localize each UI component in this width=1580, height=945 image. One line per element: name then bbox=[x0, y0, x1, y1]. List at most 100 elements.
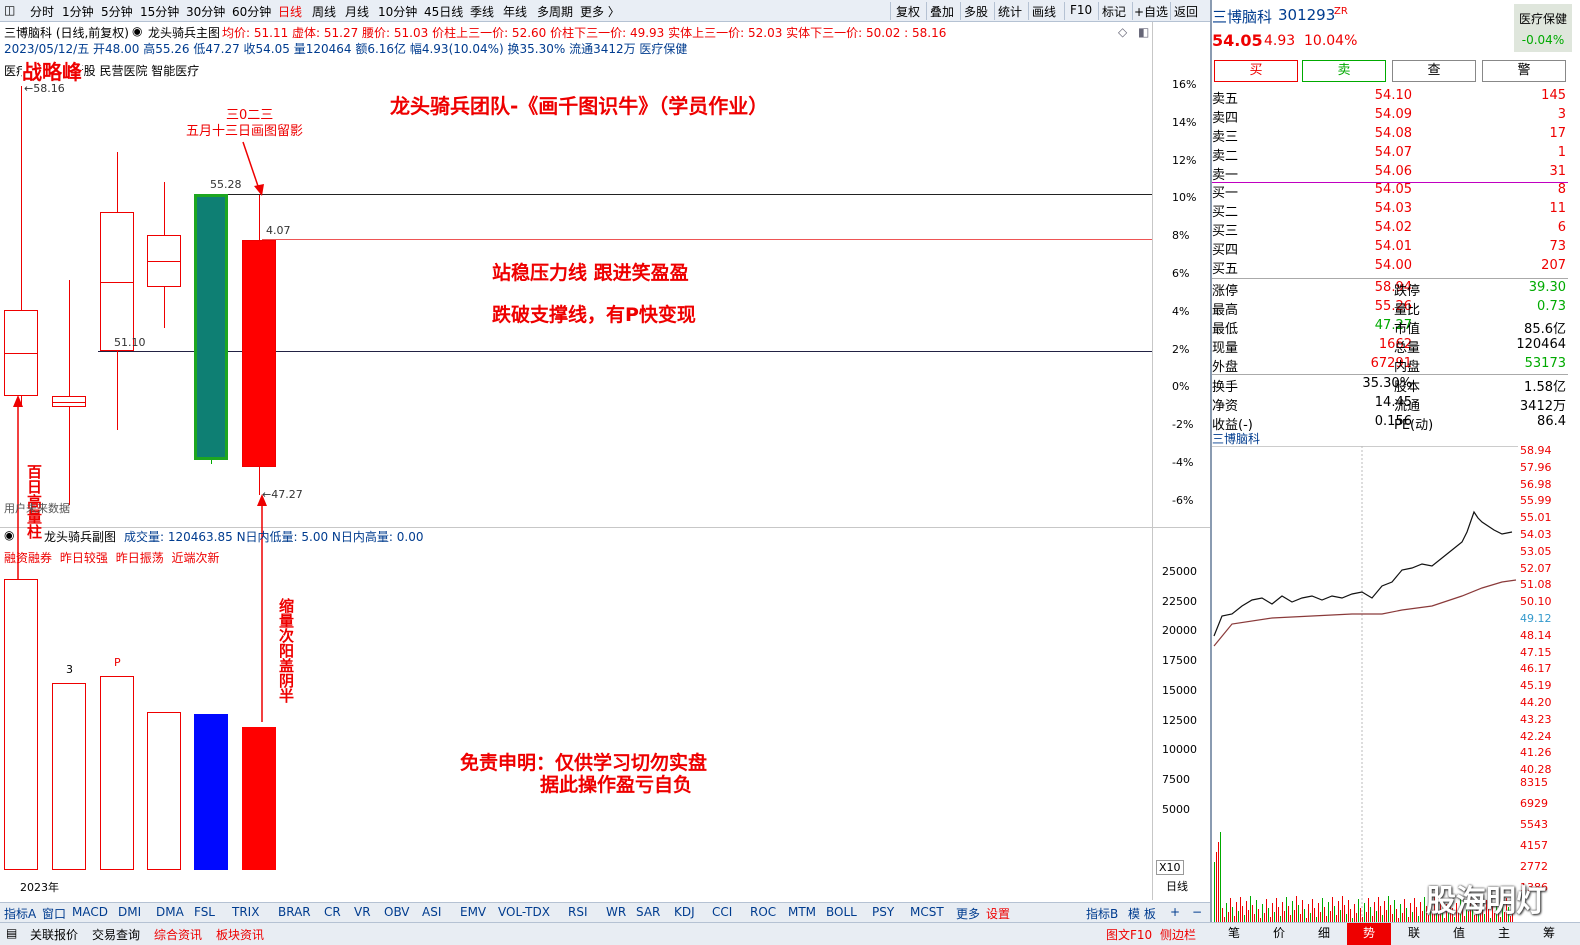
indicator-tab[interactable]: 窗口 bbox=[42, 905, 66, 922]
indicator-tab[interactable]: CR bbox=[324, 905, 341, 919]
intraday-price-tick: 52.07 bbox=[1520, 561, 1552, 575]
indicator-tab[interactable]: ASI bbox=[422, 905, 441, 919]
indicator-tab[interactable]: MTM bbox=[788, 905, 816, 919]
subtab-oscillate[interactable]: 昨日振荡 bbox=[116, 551, 164, 565]
indicator-tab[interactable]: RSI bbox=[568, 905, 588, 919]
intraday-avg-line bbox=[1213, 579, 1517, 647]
tab-sidebar[interactable]: 侧边栏 bbox=[1160, 926, 1196, 943]
buy-button[interactable]: 买 bbox=[1214, 60, 1298, 82]
indicator-tab[interactable]: MCST bbox=[910, 905, 944, 919]
subtab-strong[interactable]: 昨日较强 bbox=[60, 551, 108, 565]
indicator-tab[interactable]: MACD bbox=[72, 905, 108, 919]
tool-back[interactable]: 返回 bbox=[1174, 3, 1198, 20]
indicator-tab-right[interactable]: + bbox=[1170, 905, 1180, 919]
indicator-tab[interactable]: OBV bbox=[384, 905, 410, 919]
tab-period-weekly[interactable]: 周线 bbox=[312, 3, 336, 20]
tab-f10-text[interactable]: 图文F10 bbox=[1106, 926, 1152, 943]
tab-trade-query[interactable]: 交易查询 bbox=[92, 926, 140, 943]
indicator-tab-right[interactable]: 模 板 bbox=[1128, 905, 1156, 922]
indicator-tab[interactable]: WR bbox=[606, 905, 626, 919]
indicator-tab[interactable]: FSL bbox=[194, 905, 215, 919]
tab-period-1min[interactable]: 1分钟 bbox=[62, 3, 94, 20]
bid-row-price: 54.00 bbox=[1374, 258, 1412, 273]
ask-row-price: 54.10 bbox=[1374, 88, 1412, 103]
intraday-tab[interactable]: 价 bbox=[1257, 923, 1301, 945]
sector-box[interactable]: 医疗保健 -0.04% bbox=[1514, 4, 1572, 52]
tool-fuquan[interactable]: 复权 bbox=[896, 3, 920, 20]
tab-period-10min[interactable]: 10分钟 bbox=[378, 3, 417, 20]
bottom-menu-icon[interactable]: ▤ bbox=[6, 926, 17, 940]
intraday-price-tick: 48.14 bbox=[1520, 628, 1552, 642]
tab-news[interactable]: 综合资讯 bbox=[154, 926, 202, 943]
period-tag: 日线 bbox=[1166, 880, 1188, 893]
tab-period-monthly[interactable]: 月线 bbox=[345, 3, 369, 20]
indicator-tab[interactable]: CCI bbox=[712, 905, 732, 919]
indicator-tab[interactable]: DMA bbox=[156, 905, 184, 919]
indicator-tab-right[interactable]: − bbox=[1192, 905, 1202, 919]
intraday-tab[interactable]: 势 bbox=[1347, 923, 1391, 945]
pct-tick: 16% bbox=[1172, 78, 1197, 91]
intraday-tab[interactable]: 细 bbox=[1302, 923, 1346, 945]
tab-period-more[interactable]: 更多 〉 bbox=[580, 3, 620, 20]
indicator-tab[interactable]: BOLL bbox=[826, 905, 857, 919]
intraday-tab[interactable]: 筹 bbox=[1527, 923, 1571, 945]
intraday-tab[interactable]: 联 bbox=[1392, 923, 1436, 945]
tab-period-daily[interactable]: 日线 bbox=[278, 3, 302, 20]
volume-tick: 20000 bbox=[1162, 624, 1197, 638]
intraday-tab[interactable]: 值 bbox=[1437, 923, 1481, 945]
tab-period-45day[interactable]: 45日线 bbox=[424, 3, 463, 20]
ask-row-price: 54.08 bbox=[1374, 126, 1412, 141]
tool-stats[interactable]: 统计 bbox=[998, 3, 1022, 20]
tool-f10[interactable]: F10 bbox=[1070, 3, 1092, 17]
indicator-tab-right[interactable]: 指标B bbox=[1086, 905, 1118, 922]
indicator-tab[interactable]: ROC bbox=[750, 905, 776, 919]
tab-period-year[interactable]: 年线 bbox=[503, 3, 527, 20]
indicator-tab[interactable]: VOL-TDX bbox=[498, 905, 550, 919]
toolbar-menu-icon[interactable]: ◫ bbox=[4, 3, 15, 17]
tool-add-favorite[interactable]: +自选 bbox=[1134, 3, 1168, 20]
indicator-tab[interactable]: SAR bbox=[636, 905, 660, 919]
tab-period-60min[interactable]: 60分钟 bbox=[232, 3, 271, 20]
stat-label: 跌停 bbox=[1394, 284, 1421, 299]
subtab-margin[interactable]: 融资融券 bbox=[4, 551, 52, 565]
intraday-tab[interactable]: 主 bbox=[1482, 923, 1526, 945]
tool-overlay[interactable]: 叠加 bbox=[930, 3, 954, 20]
tool-mark[interactable]: 标记 bbox=[1102, 3, 1126, 20]
tab-sector-news[interactable]: 板块资讯 bbox=[216, 926, 264, 943]
indicator-tab[interactable]: DMI bbox=[118, 905, 141, 919]
indicator-tab[interactable]: 更多 bbox=[956, 905, 980, 922]
tab-period-fenshi[interactable]: 分时 bbox=[30, 3, 54, 20]
indicator-tab[interactable]: EMV bbox=[460, 905, 486, 919]
indicator-tab[interactable]: PSY bbox=[872, 905, 894, 919]
stat-label: 涨停 bbox=[1212, 284, 1239, 299]
indicator-tab[interactable]: KDJ bbox=[674, 905, 695, 919]
indicator-tab[interactable]: BRAR bbox=[278, 905, 311, 919]
tab-period-15min[interactable]: 15分钟 bbox=[140, 3, 179, 20]
stat-value: 86.4 bbox=[1537, 414, 1566, 429]
indicator-tab[interactable]: 指标A bbox=[4, 905, 36, 922]
sector-change: -0.04% bbox=[1521, 33, 1565, 47]
query-button[interactable]: 查 bbox=[1392, 60, 1476, 82]
stock-name: 三博脑科 bbox=[1212, 8, 1273, 26]
subtab-new[interactable]: 近端次新 bbox=[172, 551, 220, 565]
intraday-tab[interactable]: 笔 bbox=[1212, 923, 1256, 945]
sector-name: 医疗保健 bbox=[1518, 12, 1567, 26]
tab-period-quarter[interactable]: 季线 bbox=[470, 3, 494, 20]
tool-draw-line[interactable]: 画线 bbox=[1032, 3, 1056, 20]
tab-period-5min[interactable]: 5分钟 bbox=[101, 3, 133, 20]
volume-bar bbox=[52, 683, 86, 870]
volume-tick: 22500 bbox=[1162, 594, 1197, 608]
ask-row-vol: 17 bbox=[1549, 126, 1566, 141]
tab-period-multi[interactable]: 多周期 bbox=[537, 3, 573, 20]
indicator-tab[interactable]: 设置 bbox=[986, 905, 1010, 922]
volume-indicator-name[interactable]: 龙头骑兵副图 bbox=[44, 528, 116, 545]
stat-label: 总量 bbox=[1394, 341, 1421, 356]
alert-button[interactable]: 警 bbox=[1482, 60, 1566, 82]
indicator-tab[interactable]: VR bbox=[354, 905, 371, 919]
sell-button[interactable]: 卖 bbox=[1302, 60, 1386, 82]
tab-related-quote[interactable]: 关联报价 bbox=[30, 926, 78, 943]
indicator-tab[interactable]: TRIX bbox=[232, 905, 259, 919]
tool-multi-stock[interactable]: 多股 bbox=[964, 3, 988, 20]
tab-period-30min[interactable]: 30分钟 bbox=[186, 3, 225, 20]
volume-settings-icon[interactable]: ◉ bbox=[4, 528, 14, 542]
